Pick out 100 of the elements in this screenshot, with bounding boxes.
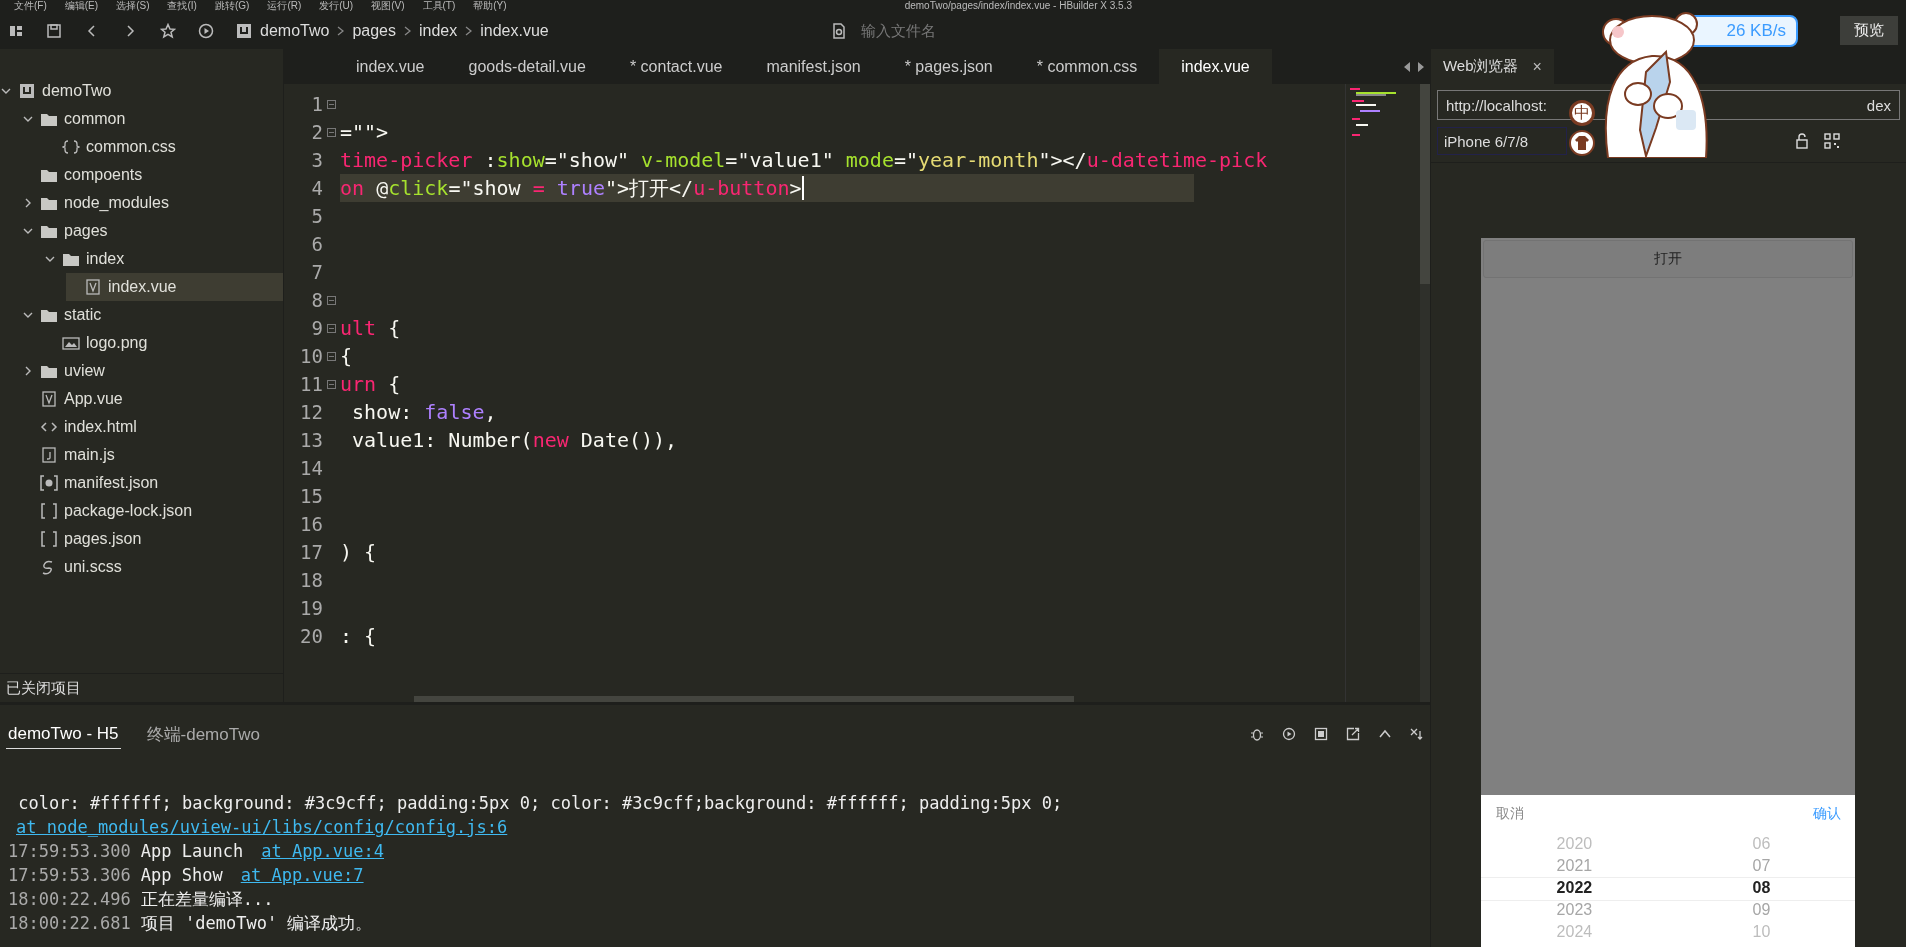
menu-item[interactable]: 视图(V) — [371, 0, 405, 12]
tree-item[interactable]: main.js — [22, 441, 283, 469]
editor-tab[interactable]: index.vue — [334, 49, 447, 84]
braces-icon — [62, 139, 80, 155]
log-message: 项目 'demoTwo' 编译成功。 — [140, 912, 373, 935]
code-line: ) { — [340, 540, 377, 564]
close-panel-icon[interactable] — [1409, 727, 1424, 741]
log-timestamp: 17:59:53.306 — [8, 864, 131, 887]
fold-icon[interactable] — [327, 351, 336, 361]
menu-item[interactable]: 编辑(E) — [64, 0, 99, 12]
menu-item[interactable]: 文件(F) — [14, 0, 47, 12]
menu-item[interactable]: 查找(I) — [167, 0, 197, 12]
lock-icon[interactable] — [1794, 133, 1810, 149]
fold-icon[interactable] — [327, 379, 336, 389]
line-number: 1 — [311, 93, 323, 115]
breadcrumb-item[interactable]: index — [418, 21, 458, 40]
tree-item[interactable]: uni.scss — [22, 553, 283, 581]
tree-item[interactable]: App.vue — [22, 385, 283, 413]
tree-item[interactable]: static — [22, 301, 283, 329]
breadcrumb-item[interactable]: index.vue — [480, 21, 549, 40]
run-icon[interactable] — [198, 22, 214, 39]
tree-item[interactable]: common — [22, 105, 283, 133]
tree-item[interactable]: index.html — [22, 413, 283, 441]
breadcrumb-item[interactable]: pages — [352, 21, 396, 40]
device-select[interactable]: iPhone 6/7/8 — [1436, 127, 1567, 155]
source-link[interactable]: at node_modules/uview-ui/libs/config/config.js:6 — [16, 815, 508, 839]
line-number: 12 — [300, 401, 323, 423]
code-line: show: false, — [351, 400, 497, 424]
editor-tab[interactable]: manifest.json — [744, 49, 883, 84]
js-file-icon — [40, 447, 58, 463]
tree-item[interactable]: common.css — [44, 133, 283, 161]
qr-code-icon[interactable] — [1824, 133, 1840, 149]
bug-icon[interactable] — [1249, 727, 1264, 741]
menu-item[interactable]: 跳转(G) — [214, 0, 250, 12]
tree-item[interactable]: demoTwo — [0, 77, 283, 105]
picker-option[interactable]: 2022 — [1556, 877, 1593, 899]
tab-label: Web浏览器 — [1442, 57, 1519, 76]
line-number: 9 — [311, 317, 323, 339]
line-number: 7 — [311, 261, 323, 283]
vertical-scrollbar[interactable] — [1419, 84, 1430, 702]
star-icon[interactable] — [160, 22, 176, 39]
console-tab[interactable]: demoTwo - H5 — [6, 719, 121, 749]
folder-icon — [40, 195, 58, 211]
editor-tab[interactable]: index.vue — [1159, 49, 1272, 84]
chevron-icon — [337, 25, 345, 36]
editor-tab[interactable]: goods-detail.vue — [446, 49, 608, 84]
picker-option[interactable]: 08 — [1752, 877, 1771, 899]
menu-item[interactable]: 发行(U) — [319, 0, 354, 12]
file-search-icon — [830, 22, 847, 39]
folder-icon — [40, 223, 58, 239]
export-icon[interactable] — [1345, 727, 1360, 741]
tree-item[interactable]: node_modules — [22, 189, 283, 217]
chevron-icon — [465, 25, 473, 36]
code-line: urn { — [340, 372, 401, 396]
editor-tab[interactable]: * common.css — [1014, 49, 1160, 84]
browser-tab[interactable]: Web浏览器 × — [1430, 49, 1554, 84]
tree-item[interactable]: pages — [22, 217, 283, 245]
menu-item[interactable]: 运行(R) — [267, 0, 302, 12]
editor-tab[interactable]: * pages.json — [882, 49, 1015, 84]
fold-icon[interactable] — [327, 99, 336, 109]
tree-item[interactable]: logo.png — [44, 329, 283, 357]
folder-icon — [62, 251, 80, 267]
tree-item[interactable]: pages.json — [22, 525, 283, 553]
vue-file-icon — [84, 279, 102, 295]
tree-item[interactable]: index — [44, 245, 283, 273]
save-icon[interactable] — [46, 22, 62, 39]
line-number: 14 — [300, 457, 323, 479]
fold-icon[interactable] — [327, 323, 336, 333]
cancel-link[interactable]: 取消 — [1495, 805, 1524, 823]
stop-icon[interactable] — [1313, 727, 1328, 741]
tree-item[interactable]: compoents — [22, 161, 283, 189]
tree-item[interactable]: package-lock.json — [22, 497, 283, 525]
editor-tab[interactable]: * contact.vue — [607, 49, 745, 84]
window-title: demoTwo/pages/index/index.vue - HBuilder X 3.5.3 — [904, 0, 1132, 12]
search-field[interactable]: 输入文件名 — [858, 21, 1163, 40]
tree-item[interactable]: manifest.json — [22, 469, 283, 497]
folder-icon — [40, 363, 58, 379]
source-link[interactable]: at App.vue:7 — [240, 863, 364, 887]
url-text: dex — [1866, 96, 1891, 114]
source-link[interactable]: at App.vue:4 — [261, 839, 384, 863]
close-icon[interactable]: × — [1532, 57, 1542, 76]
fold-icon[interactable] — [327, 127, 336, 137]
url-text: http://localhost: — [1445, 96, 1547, 114]
preview-button[interactable]: 预览 — [1840, 16, 1898, 45]
tree-item[interactable]: uview — [22, 357, 283, 385]
line-number: 4 — [311, 177, 323, 199]
open-button[interactable]: 打开 — [1482, 240, 1853, 278]
line-number: 18 — [300, 569, 323, 591]
code-line: time-picker :show="show" v-model="value1" mode="year-month"></u-datetime-pick — [340, 148, 1268, 172]
menu-item[interactable]: 选择(S) — [116, 0, 150, 12]
console-tab[interactable]: 终端-demoTwo — [144, 718, 262, 750]
menu-item[interactable]: 帮助(Y) — [473, 0, 507, 12]
restart-icon[interactable] — [1281, 727, 1296, 741]
menu-item[interactable]: 工具(T) — [422, 0, 456, 12]
horizontal-scrollbar[interactable] — [414, 696, 1074, 702]
fold-icon[interactable] — [327, 295, 336, 305]
breadcrumb-item[interactable]: demoTwo — [260, 21, 330, 40]
line-number: 11 — [300, 373, 323, 395]
tree-item[interactable]: index.vue — [66, 273, 283, 301]
folder-icon — [40, 167, 58, 183]
